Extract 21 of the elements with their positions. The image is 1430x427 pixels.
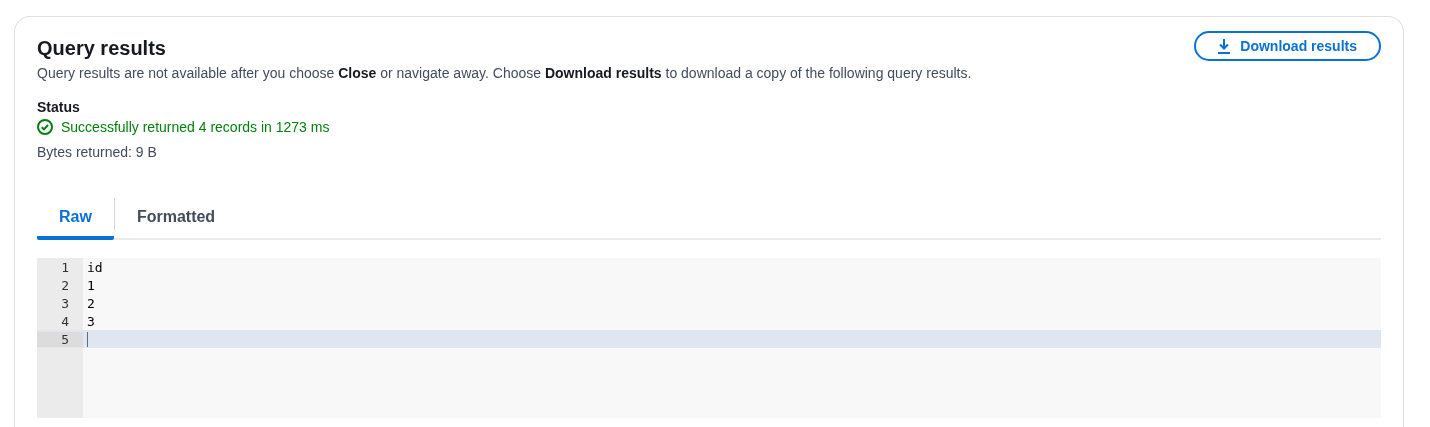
tab[interactable]: Formatted (114, 198, 238, 240)
panel-title: Query results (37, 37, 166, 60)
line-number: 1 (60, 259, 70, 275)
line-number: 2 (60, 277, 70, 293)
code-text: 3 (86, 313, 95, 329)
text-cursor (87, 331, 88, 347)
description-text: Query results are not available after you choose Close or navigate away. Choose Download results to download a copy of the following query results. (37, 65, 973, 81)
tab[interactable]: Raw (37, 198, 114, 240)
bytes-returned: Bytes returned: 9 B (37, 144, 158, 160)
download-icon (1216, 38, 1233, 54)
status-label: Status (37, 99, 81, 115)
line-number: 3 (60, 295, 70, 311)
code-text: 2 (86, 295, 95, 311)
code-editor[interactable]: 1 id 2 1 3 2 4 3 5 (37, 258, 1381, 418)
line-number: 4 (60, 313, 70, 329)
line-number: 5 (37, 331, 83, 347)
status-message: Successfully returned 4 records in 1273 ms (61, 119, 330, 135)
code-text: id (86, 259, 103, 275)
success-check-icon (37, 119, 53, 135)
download-button[interactable]: Download results (1194, 31, 1381, 61)
code-text: 1 (86, 277, 95, 293)
